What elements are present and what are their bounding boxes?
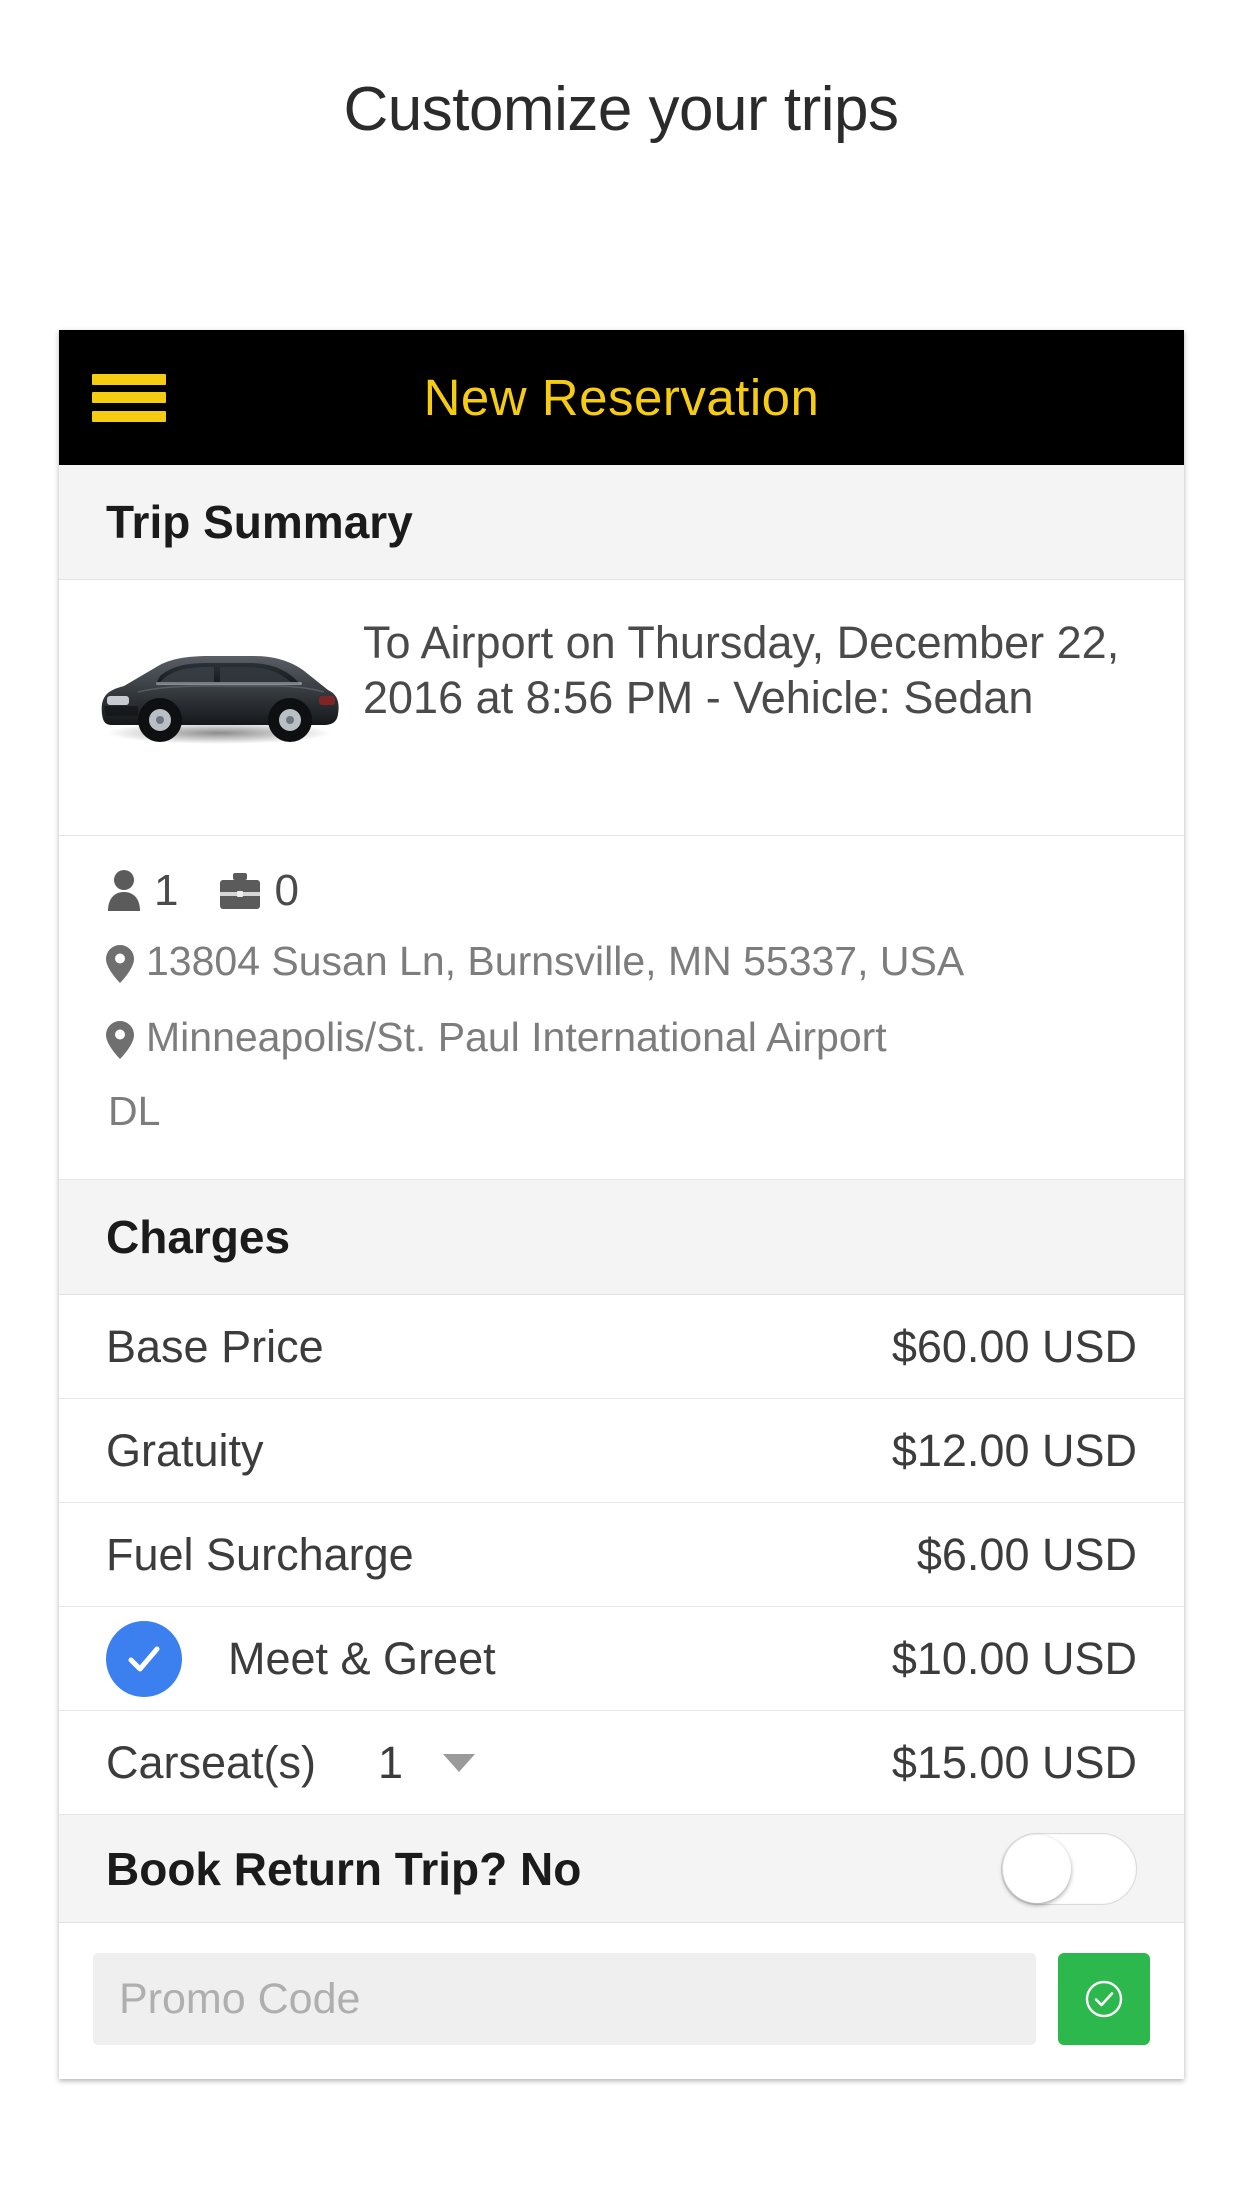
app-bar: New Reservation: [59, 330, 1184, 465]
sedan-car-icon: [79, 616, 359, 750]
trip-summary-header: Trip Summary: [59, 465, 1184, 580]
app-bar-title: New Reservation: [423, 369, 820, 426]
trip-description: To Airport on Thursday, December 22, 201…: [363, 617, 1120, 723]
check-circle-icon: [1085, 1981, 1123, 2018]
charge-row-gratuity: Gratuity $12.00 USD: [59, 1399, 1184, 1504]
trip-summary-row: To Airport on Thursday, December 22, 201…: [59, 580, 1184, 836]
map-pin-icon: [106, 932, 134, 998]
pickup-address-row: 13804 Susan Ln, Burnsville, MN 55337, US…: [106, 932, 1137, 998]
airline-code: DL: [108, 1088, 161, 1135]
hamburger-menu-icon[interactable]: [92, 370, 166, 426]
page-title: Customize your trips: [343, 75, 899, 144]
hamburger-bar: [92, 410, 166, 422]
charge-row-fuel-surcharge: Fuel Surcharge $6.00 USD: [59, 1503, 1184, 1608]
charge-label: Gratuity: [106, 1424, 264, 1476]
charge-label: Carseat(s): [106, 1736, 317, 1788]
book-return-trip-toggle[interactable]: [1001, 1832, 1137, 1905]
dropoff-address: Minneapolis/St. Paul International Airpo…: [146, 1014, 887, 1061]
occupancy-counts: 1 0: [106, 866, 1137, 916]
trip-detail-block: 1 0 13804 Susan Ln, Burnsville, MN 55337: [59, 836, 1184, 1181]
phone-screenshot-frame: New Reservation Trip Summary To Airport …: [59, 330, 1184, 2080]
charge-row-base-price: Base Price $60.00 USD: [59, 1295, 1184, 1400]
person-icon: [106, 869, 142, 913]
luggage-count: 0: [274, 866, 299, 915]
hamburger-bar: [92, 373, 166, 385]
charge-label-wrap: Carseat(s) 1: [106, 1736, 476, 1789]
promo-code-input[interactable]: [93, 1953, 1036, 2046]
promo-code-row: [59, 1923, 1184, 2080]
book-return-trip-row[interactable]: Book Return Trip? No: [59, 1815, 1184, 1924]
dropoff-address-row: Minneapolis/St. Paul International Airpo…: [106, 1008, 1137, 1074]
pickup-address: 13804 Susan Ln, Burnsville, MN 55337, US…: [146, 938, 965, 984]
charge-price: $12.00 USD: [891, 1424, 1137, 1476]
map-pin-icon: [106, 1008, 134, 1074]
charge-price: $6.00 USD: [916, 1528, 1137, 1580]
meet-and-greet-checkbox[interactable]: [106, 1620, 182, 1697]
promo-apply-button[interactable]: [1058, 1953, 1150, 2046]
charges-header: Charges: [59, 1180, 1184, 1296]
charge-label: Base Price: [106, 1320, 324, 1372]
charge-row-meet-and-greet[interactable]: Meet & Greet $10.00 USD: [59, 1607, 1184, 1712]
charge-row-carseats[interactable]: Carseat(s) 1 $15.00 USD: [59, 1711, 1184, 1816]
book-return-trip-label: Book Return Trip? No: [106, 1842, 582, 1895]
toggle-knob: [1003, 1834, 1071, 1903]
charge-price: $60.00 USD: [891, 1320, 1137, 1372]
charge-label-wrap: Meet & Greet: [106, 1620, 496, 1697]
charge-price: $15.00 USD: [891, 1736, 1137, 1788]
briefcase-icon: [218, 871, 262, 911]
passenger-count: 1: [154, 866, 179, 915]
charge-label: Fuel Surcharge: [106, 1528, 414, 1580]
chevron-down-icon: [443, 1753, 476, 1772]
carseat-quantity-select[interactable]: 1: [378, 1736, 476, 1789]
hamburger-bar: [92, 392, 166, 403]
carseat-quantity-value: 1: [378, 1736, 404, 1788]
charge-price: $10.00 USD: [891, 1632, 1137, 1684]
charge-label: Meet & Greet: [228, 1632, 496, 1684]
